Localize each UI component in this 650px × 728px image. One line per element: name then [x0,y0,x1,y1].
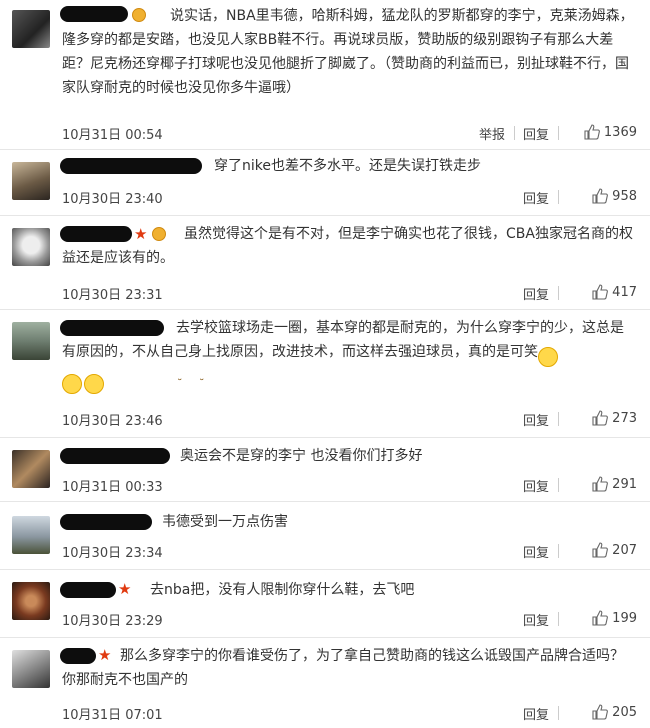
comment-text: 奥运会不是穿的李宁 也没看你们打多好 [180,448,423,464]
emoji-icon: ˘ [538,347,558,367]
comment-item: 去学校篮球场走一圈，基本穿的都是耐克的，为什么穿李宁的少，这总是有原因的，不从自… [0,310,650,438]
like-count: 273 [612,410,637,426]
thumbs-up-icon [592,704,609,720]
reply-button[interactable]: 回复 [523,188,549,207]
like-button[interactable]: 205 [592,704,637,720]
reply-button[interactable]: 回复 [523,610,549,629]
reply-button[interactable]: 回复 [523,542,549,561]
divider [558,706,559,720]
thumbs-up-icon [592,188,609,204]
comment-time: 10月30日 23:46 [62,414,163,429]
comment-text: 那么多穿李宁的你看谁受伤了，为了拿自己赞助商的钱这么诋毁国产品牌合适吗？你那耐克… [62,648,624,688]
emoji-icon: ˘ [62,374,183,394]
comment-meta: 10月30日 23:34 回复 207 [62,542,637,561]
like-button[interactable]: 199 [592,610,637,626]
avatar[interactable] [12,650,50,688]
avatar[interactable] [12,228,50,266]
divider [558,478,559,492]
thumbs-up-icon [592,610,609,626]
divider [558,286,559,300]
comment-meta: 10月31日 00:33 回复 291 [62,476,637,495]
report-button[interactable]: 举报 [479,124,505,143]
like-count: 199 [612,610,637,626]
reply-button[interactable]: 回复 [523,124,549,143]
like-count: 205 [612,704,637,720]
divider [514,126,515,140]
comment-meta: 10月31日 07:01 回复 205 [62,704,637,723]
comment-item: ★ 虽然觉得这个是有不对，但是李宁确实也花了很钱，CBA独家冠名商的权益还是应该… [0,216,650,310]
comment-meta: 10月30日 23:40 回复 958 [62,188,637,207]
avatar[interactable] [12,322,50,360]
thumbs-up-icon [592,542,609,558]
comment-text: 去学校篮球场走一圈，基本穿的都是耐克的，为什么穿李宁的少，这总是有原因的，不从自… [62,316,636,394]
comment-meta: 10月30日 23:46 回复 273 [62,410,637,429]
thumbs-up-icon [592,410,609,426]
divider [558,544,559,558]
avatar[interactable] [12,450,50,488]
comment-item: 穿了nike也差不多水平。还是失误打铁走步 10月30日 23:40 回复 95… [0,150,650,216]
comment-list: 说实话，NBA里韦德，哈斯科姆，猛龙队的罗斯都穿的李宁，克莱汤姆森，隆多穿的都是… [0,0,650,728]
comment-item: ★ 去nba把，没有人限制你穿什么鞋，去飞吧 10月30日 23:29 回复 1… [0,570,650,638]
like-button[interactable]: 1369 [584,124,637,140]
comment-time: 10月31日 07:01 [62,708,163,723]
like-count: 291 [612,476,637,492]
comment-time: 10月30日 23:31 [62,288,163,303]
avatar[interactable] [12,162,50,200]
divider [558,190,559,204]
avatar[interactable] [12,582,50,620]
comment-time: 10月30日 23:40 [62,192,163,207]
comment-time: 10月31日 00:54 [62,128,163,143]
like-count: 958 [612,188,637,204]
reply-button[interactable]: 回复 [523,284,549,303]
avatar[interactable] [12,516,50,554]
reply-button[interactable]: 回复 [523,476,549,495]
avatar[interactable] [12,10,50,48]
comment-meta: 10月30日 23:29 回复 199 [62,610,637,629]
comment-meta: 10月31日 00:54 举报 回复 1369 [62,124,637,143]
emoji-icon: ˘ [84,374,205,394]
like-button[interactable]: 958 [592,188,637,204]
thumbs-up-icon [592,284,609,300]
comment-time: 10月30日 23:34 [62,546,163,561]
comment-item: 韦德受到一万点伤害 10月30日 23:34 回复 207 [0,502,650,570]
comment-item: 奥运会不是穿的李宁 也没看你们打多好 10月31日 00:33 回复 291 [0,438,650,502]
comment-time: 10月31日 00:33 [62,480,163,495]
comment-text: 去nba把，没有人限制你穿什么鞋，去飞吧 [150,582,415,598]
comment-meta: 10月30日 23:31 回复 417 [62,284,637,303]
comment-text: 韦德受到一万点伤害 [162,514,288,530]
like-count: 207 [612,542,637,558]
comment-item: 说实话，NBA里韦德，哈斯科姆，猛龙队的罗斯都穿的李宁，克莱汤姆森，隆多穿的都是… [0,0,650,150]
divider [558,126,559,140]
like-count: 417 [612,284,637,300]
like-count: 1369 [603,124,637,140]
like-button[interactable]: 273 [592,410,637,426]
comment-time: 10月30日 23:29 [62,614,163,629]
comment-text: 穿了nike也差不多水平。还是失误打铁走步 [214,158,481,174]
divider [558,612,559,626]
comment-text: 虽然觉得这个是有不对，但是李宁确实也花了很钱，CBA独家冠名商的权益还是应该有的… [62,226,633,266]
reply-button[interactable]: 回复 [523,704,549,723]
like-button[interactable]: 417 [592,284,637,300]
thumbs-up-icon [584,124,600,140]
thumbs-up-icon [592,476,609,492]
like-button[interactable]: 207 [592,542,637,558]
comment-text: 说实话，NBA里韦德，哈斯科姆，猛龙队的罗斯都穿的李宁，克莱汤姆森，隆多穿的都是… [62,8,634,96]
comment-item: ★ 那么多穿李宁的你看谁受伤了，为了拿自己赞助商的钱这么诋毁国产品牌合适吗？你那… [0,638,650,728]
like-button[interactable]: 291 [592,476,637,492]
reply-button[interactable]: 回复 [523,410,549,429]
divider [558,412,559,426]
